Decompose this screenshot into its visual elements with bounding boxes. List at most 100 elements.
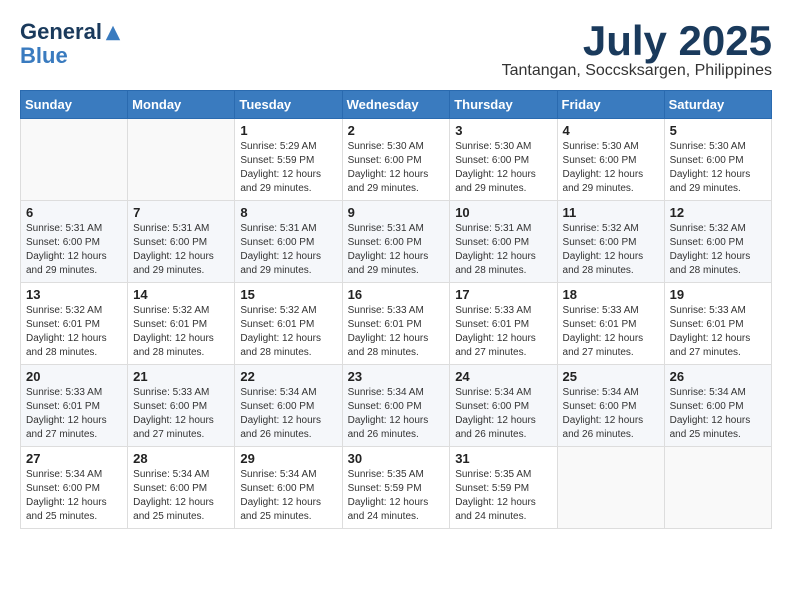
day-info: Sunrise: 5:35 AM Sunset: 5:59 PM Dayligh… bbox=[348, 468, 445, 524]
weekday-header: Friday bbox=[557, 91, 664, 119]
calendar-cell: 6 Sunrise: 5:31 AM Sunset: 6:00 PM Daylig… bbox=[21, 201, 128, 283]
day-info: Sunrise: 5:32 AM Sunset: 6:00 PM Dayligh… bbox=[563, 222, 659, 278]
day-info: Sunrise: 5:33 AM Sunset: 6:00 PM Dayligh… bbox=[133, 386, 229, 442]
calendar-cell: 22 Sunrise: 5:34 AM Sunset: 6:00 PM Dayli… bbox=[235, 365, 342, 447]
day-info: Sunrise: 5:34 AM Sunset: 6:00 PM Dayligh… bbox=[26, 468, 122, 524]
title-block: July 2025 Tantangan, Soccsksargen, Phili… bbox=[502, 20, 772, 80]
day-info: Sunrise: 5:30 AM Sunset: 6:00 PM Dayligh… bbox=[563, 140, 659, 196]
calendar-cell: 9 Sunrise: 5:31 AM Sunset: 6:00 PM Daylig… bbox=[342, 201, 450, 283]
day-number: 2 bbox=[348, 123, 445, 138]
calendar-cell: 2 Sunrise: 5:30 AM Sunset: 6:00 PM Daylig… bbox=[342, 119, 450, 201]
calendar-cell: 30 Sunrise: 5:35 AM Sunset: 5:59 PM Dayli… bbox=[342, 447, 450, 529]
day-number: 9 bbox=[348, 205, 445, 220]
day-number: 11 bbox=[563, 205, 659, 220]
logo-text: GeneralBlue bbox=[20, 20, 122, 68]
calendar-cell: 21 Sunrise: 5:33 AM Sunset: 6:00 PM Dayli… bbox=[128, 365, 235, 447]
calendar-week-row: 27 Sunrise: 5:34 AM Sunset: 6:00 PM Dayli… bbox=[21, 447, 772, 529]
calendar-cell: 8Sunrise: 5:31 AM Sunset: 6:00 PM Daylig… bbox=[235, 201, 342, 283]
day-number: 12 bbox=[670, 205, 766, 220]
day-info: Sunrise: 5:33 AM Sunset: 6:01 PM Dayligh… bbox=[455, 304, 551, 360]
calendar-cell bbox=[557, 447, 664, 529]
calendar-cell: 25Sunrise: 5:34 AM Sunset: 6:00 PM Dayli… bbox=[557, 365, 664, 447]
day-info: Sunrise: 5:35 AM Sunset: 5:59 PM Dayligh… bbox=[455, 468, 551, 524]
day-info: Sunrise: 5:34 AM Sunset: 6:00 PM Dayligh… bbox=[348, 386, 445, 442]
calendar-cell: 31Sunrise: 5:35 AM Sunset: 5:59 PM Dayli… bbox=[450, 447, 557, 529]
day-number: 24 bbox=[455, 369, 551, 384]
day-number: 7 bbox=[133, 205, 229, 220]
day-info: Sunrise: 5:34 AM Sunset: 6:00 PM Dayligh… bbox=[455, 386, 551, 442]
logo-icon bbox=[104, 24, 122, 42]
day-info: Sunrise: 5:31 AM Sunset: 6:00 PM Dayligh… bbox=[348, 222, 445, 278]
day-number: 22 bbox=[240, 369, 336, 384]
weekday-header: Monday bbox=[128, 91, 235, 119]
calendar-cell: 26 Sunrise: 5:34 AM Sunset: 6:00 PM Dayli… bbox=[664, 365, 771, 447]
calendar-cell: 13 Sunrise: 5:32 AM Sunset: 6:01 PM Dayli… bbox=[21, 283, 128, 365]
day-info: Sunrise: 5:31 AM Sunset: 6:00 PM Dayligh… bbox=[26, 222, 122, 278]
calendar-cell: 16 Sunrise: 5:33 AM Sunset: 6:01 PM Dayli… bbox=[342, 283, 450, 365]
day-info: Sunrise: 5:32 AM Sunset: 6:01 PM Dayligh… bbox=[133, 304, 229, 360]
calendar-week-row: 13 Sunrise: 5:32 AM Sunset: 6:01 PM Dayli… bbox=[21, 283, 772, 365]
calendar-cell: 29 Sunrise: 5:34 AM Sunset: 6:00 PM Dayli… bbox=[235, 447, 342, 529]
month-title: July 2025 bbox=[502, 20, 772, 62]
day-number: 27 bbox=[26, 451, 122, 466]
calendar-cell: 17 Sunrise: 5:33 AM Sunset: 6:01 PM Dayli… bbox=[450, 283, 557, 365]
day-number: 16 bbox=[348, 287, 445, 302]
day-number: 5 bbox=[670, 123, 766, 138]
day-number: 21 bbox=[133, 369, 229, 384]
day-info: Sunrise: 5:29 AM Sunset: 5:59 PM Dayligh… bbox=[240, 140, 336, 196]
day-number: 10 bbox=[455, 205, 551, 220]
day-info: Sunrise: 5:30 AM Sunset: 6:00 PM Dayligh… bbox=[348, 140, 445, 196]
calendar-cell: 1Sunrise: 5:29 AM Sunset: 5:59 PM Daylig… bbox=[235, 119, 342, 201]
weekday-header: Tuesday bbox=[235, 91, 342, 119]
day-info: Sunrise: 5:34 AM Sunset: 6:00 PM Dayligh… bbox=[670, 386, 766, 442]
calendar-cell: 14Sunrise: 5:32 AM Sunset: 6:01 PM Dayli… bbox=[128, 283, 235, 365]
day-info: Sunrise: 5:30 AM Sunset: 6:00 PM Dayligh… bbox=[670, 140, 766, 196]
calendar-cell: 11 Sunrise: 5:32 AM Sunset: 6:00 PM Dayli… bbox=[557, 201, 664, 283]
logo: GeneralBlue bbox=[20, 20, 122, 68]
day-info: Sunrise: 5:32 AM Sunset: 6:00 PM Dayligh… bbox=[670, 222, 766, 278]
day-info: Sunrise: 5:34 AM Sunset: 6:00 PM Dayligh… bbox=[240, 468, 336, 524]
day-info: Sunrise: 5:32 AM Sunset: 6:01 PM Dayligh… bbox=[26, 304, 122, 360]
day-number: 30 bbox=[348, 451, 445, 466]
calendar-cell: 20 Sunrise: 5:33 AM Sunset: 6:01 PM Dayli… bbox=[21, 365, 128, 447]
day-number: 8 bbox=[240, 205, 336, 220]
day-number: 20 bbox=[26, 369, 122, 384]
day-info: Sunrise: 5:31 AM Sunset: 6:00 PM Dayligh… bbox=[455, 222, 551, 278]
day-number: 28 bbox=[133, 451, 229, 466]
weekday-header: Sunday bbox=[21, 91, 128, 119]
calendar-week-row: 20 Sunrise: 5:33 AM Sunset: 6:01 PM Dayli… bbox=[21, 365, 772, 447]
calendar-table: SundayMondayTuesdayWednesdayThursdayFrid… bbox=[20, 90, 772, 529]
day-info: Sunrise: 5:33 AM Sunset: 6:01 PM Dayligh… bbox=[670, 304, 766, 360]
calendar-cell bbox=[664, 447, 771, 529]
page-header: GeneralBlue July 2025 Tantangan, Soccsks… bbox=[20, 20, 772, 80]
day-number: 26 bbox=[670, 369, 766, 384]
weekday-header: Wednesday bbox=[342, 91, 450, 119]
calendar-cell: 4 Sunrise: 5:30 AM Sunset: 6:00 PM Daylig… bbox=[557, 119, 664, 201]
day-number: 3 bbox=[455, 123, 551, 138]
calendar-cell: 19 Sunrise: 5:33 AM Sunset: 6:01 PM Dayli… bbox=[664, 283, 771, 365]
calendar-cell: 5 Sunrise: 5:30 AM Sunset: 6:00 PM Daylig… bbox=[664, 119, 771, 201]
day-info: Sunrise: 5:34 AM Sunset: 6:00 PM Dayligh… bbox=[133, 468, 229, 524]
day-info: Sunrise: 5:34 AM Sunset: 6:00 PM Dayligh… bbox=[563, 386, 659, 442]
calendar-cell: 12 Sunrise: 5:32 AM Sunset: 6:00 PM Dayli… bbox=[664, 201, 771, 283]
day-number: 29 bbox=[240, 451, 336, 466]
day-number: 6 bbox=[26, 205, 122, 220]
calendar-cell: 27 Sunrise: 5:34 AM Sunset: 6:00 PM Dayli… bbox=[21, 447, 128, 529]
day-number: 4 bbox=[563, 123, 659, 138]
day-number: 13 bbox=[26, 287, 122, 302]
calendar-header-row: SundayMondayTuesdayWednesdayThursdayFrid… bbox=[21, 91, 772, 119]
day-info: Sunrise: 5:33 AM Sunset: 6:01 PM Dayligh… bbox=[348, 304, 445, 360]
day-number: 19 bbox=[670, 287, 766, 302]
day-info: Sunrise: 5:34 AM Sunset: 6:00 PM Dayligh… bbox=[240, 386, 336, 442]
day-info: Sunrise: 5:32 AM Sunset: 6:01 PM Dayligh… bbox=[240, 304, 336, 360]
calendar-cell: 15 Sunrise: 5:32 AM Sunset: 6:01 PM Dayli… bbox=[235, 283, 342, 365]
day-info: Sunrise: 5:33 AM Sunset: 6:01 PM Dayligh… bbox=[26, 386, 122, 442]
calendar-cell bbox=[128, 119, 235, 201]
day-info: Sunrise: 5:30 AM Sunset: 6:00 PM Dayligh… bbox=[455, 140, 551, 196]
day-number: 17 bbox=[455, 287, 551, 302]
calendar-cell: 23Sunrise: 5:34 AM Sunset: 6:00 PM Dayli… bbox=[342, 365, 450, 447]
calendar-cell: 7Sunrise: 5:31 AM Sunset: 6:00 PM Daylig… bbox=[128, 201, 235, 283]
day-number: 18 bbox=[563, 287, 659, 302]
day-number: 15 bbox=[240, 287, 336, 302]
weekday-header: Thursday bbox=[450, 91, 557, 119]
